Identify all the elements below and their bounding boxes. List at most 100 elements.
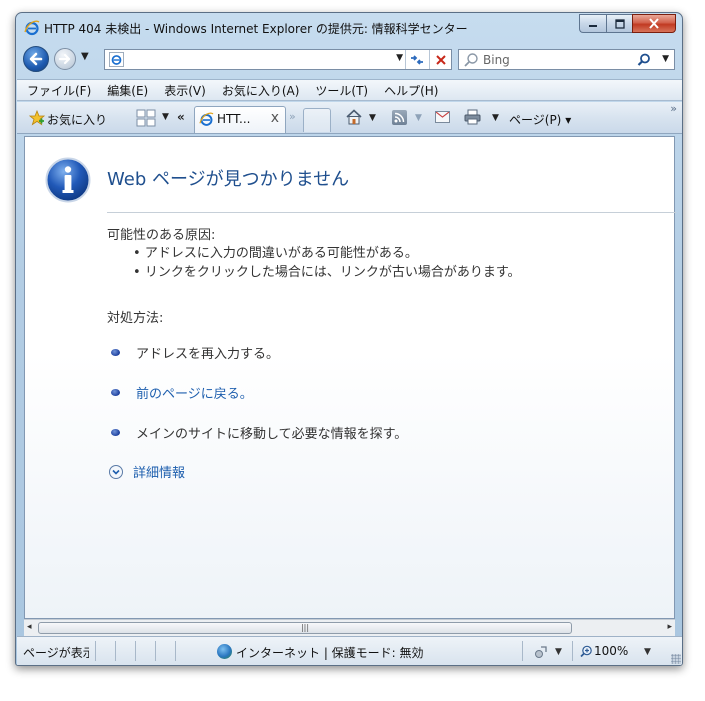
- cause-text: アドレスに入力の間違いがある可能性がある。: [144, 246, 418, 261]
- toolbar-overflow-icon[interactable]: »: [670, 102, 677, 115]
- chevron-down-icon: [109, 465, 123, 479]
- window-controls: [579, 14, 676, 33]
- tab-list-dropdown-icon[interactable]: ▼: [162, 112, 169, 122]
- refresh-button[interactable]: [405, 50, 427, 69]
- status-divider: [95, 641, 96, 661]
- tab-ie-icon: [199, 112, 214, 126]
- tab-active[interactable]: HTT... x: [194, 106, 286, 133]
- address-dropdown-icon[interactable]: ▼: [396, 53, 403, 63]
- refresh-icon: [410, 54, 423, 65]
- action-item-back: 前のページに戻る。: [107, 383, 253, 402]
- page-menu-label: ページ(P): [509, 113, 562, 127]
- cause-text: リンクをクリックした場合には、リンクが古い場合があります。: [144, 265, 521, 280]
- scroll-right-icon[interactable]: ▸: [667, 622, 672, 632]
- forward-arrow-icon: [58, 53, 71, 65]
- star-icon[interactable]: [29, 110, 45, 126]
- menu-tools[interactable]: ツール(T): [315, 82, 368, 99]
- action-item-retype: アドレスを再入力する。: [107, 343, 279, 362]
- page-menu-button[interactable]: ページ(P) ▾: [509, 111, 571, 128]
- status-divider: [175, 641, 176, 661]
- tab-scroll-right-icon[interactable]: »: [289, 110, 296, 123]
- security-zone[interactable]: インターネット | 保護モード: 無効: [236, 644, 424, 661]
- window-title: HTTP 404 未検出 - Windows Internet Explorer…: [44, 22, 468, 36]
- home-dropdown-icon[interactable]: ▼: [369, 113, 376, 123]
- history-dropdown-icon[interactable]: ▼: [81, 51, 89, 62]
- new-tab-button[interactable]: [303, 108, 331, 132]
- menu-view[interactable]: 表示(V): [164, 82, 206, 99]
- zoom-icon[interactable]: [580, 645, 593, 658]
- divider: [107, 212, 676, 213]
- info-icon: [45, 157, 91, 203]
- status-divider: [155, 641, 156, 661]
- action-text: アドレスを再入力する。: [136, 347, 280, 362]
- close-icon: [649, 18, 659, 29]
- go-back-link[interactable]: 前のページに戻る。: [136, 387, 253, 402]
- cause-item: • アドレスに入力の間違いがある可能性がある。: [133, 246, 418, 261]
- search-icon: [464, 53, 478, 67]
- bullet-icon: [111, 429, 120, 436]
- maximize-icon: [614, 18, 625, 29]
- printer-icon[interactable]: [464, 109, 481, 125]
- back-arrow-icon: [29, 52, 43, 66]
- resize-grip[interactable]: [671, 654, 681, 664]
- menu-favorites[interactable]: お気に入り(A): [222, 82, 300, 99]
- bullet-icon: [111, 349, 120, 356]
- tab-scroll-left-icon[interactable]: «: [177, 110, 185, 124]
- status-divider: [135, 641, 136, 661]
- back-button[interactable]: [23, 46, 49, 72]
- print-dropdown-icon[interactable]: ▼: [492, 113, 499, 123]
- search-go-icon[interactable]: [636, 52, 652, 68]
- minimize-button[interactable]: [579, 14, 606, 33]
- more-info-toggle[interactable]: 詳細情報: [109, 462, 185, 481]
- maximize-button[interactable]: [606, 14, 632, 33]
- forward-button[interactable]: [54, 48, 76, 70]
- search-input[interactable]: Bing: [483, 53, 510, 67]
- causes-heading: 可能性のある原因:: [107, 228, 216, 243]
- scroll-thumb[interactable]: |||: [38, 622, 572, 634]
- search-box[interactable]: Bing ▼: [458, 49, 675, 70]
- menu-help[interactable]: ヘルプ(H): [384, 82, 438, 99]
- status-divider: [115, 641, 116, 661]
- stop-button[interactable]: [429, 50, 451, 69]
- navigation-bar: ▼ ▼ Bing ▼: [16, 43, 682, 75]
- feed-waves-icon: [394, 112, 405, 123]
- action-text: メインのサイトに移動して必要な情報を探す。: [136, 427, 408, 442]
- page-ie-icon: [109, 52, 124, 67]
- more-info-label: 詳細情報: [133, 466, 186, 481]
- zoom-level[interactable]: 100%: [594, 644, 628, 658]
- favorites-button[interactable]: お気に入り: [47, 111, 107, 128]
- address-bar[interactable]: ▼: [104, 49, 452, 70]
- zoom-dropdown-icon[interactable]: ▼: [644, 647, 651, 657]
- mail-icon[interactable]: [435, 111, 450, 123]
- tab-label: HTT...: [217, 112, 251, 126]
- search-dropdown-icon[interactable]: ▼: [662, 54, 669, 64]
- cause-item: • リンクをクリックした場合には、リンクが古い場合があります。: [133, 265, 521, 280]
- feed-dropdown-icon[interactable]: ▼: [415, 113, 422, 123]
- causes-list: • アドレスに入力の間違いがある可能性がある。 • リンクをクリックした場合には…: [133, 244, 521, 282]
- status-bar: ページが表示されました インターネット | 保護モード: 無効 ▼ 100% ▼: [17, 636, 682, 665]
- menu-edit[interactable]: 編集(E): [107, 82, 148, 99]
- menu-file[interactable]: ファイル(F): [27, 82, 91, 99]
- horizontal-scrollbar[interactable]: ◂ ||| ▸: [24, 619, 675, 636]
- security-dropdown-icon[interactable]: ▼: [555, 647, 562, 657]
- quick-tabs-icon[interactable]: [136, 109, 156, 127]
- scroll-left-icon[interactable]: ◂: [27, 622, 32, 632]
- close-button[interactable]: [632, 14, 676, 33]
- status-text: ページが表示されました: [23, 646, 89, 660]
- home-icon[interactable]: [345, 108, 363, 126]
- stop-x-icon: [435, 54, 446, 65]
- status-divider: [572, 641, 573, 661]
- title-bar[interactable]: HTTP 404 未検出 - Windows Internet Explorer…: [16, 13, 682, 43]
- security-settings-icon[interactable]: [533, 644, 549, 660]
- status-divider: [522, 641, 523, 661]
- menu-bar: ファイル(F) 編集(E) 表示(V) お気に入り(A) ツール(T) ヘルプ(…: [17, 79, 682, 101]
- envelope-icon: [436, 112, 449, 118]
- command-bar: お気に入り ▼ « HTT... x » ▼ ▼ ▼ ページ(P) ▾ »: [17, 102, 682, 134]
- bullet-icon: [111, 389, 120, 396]
- actions-heading: 対処方法:: [107, 311, 164, 326]
- tab-close-icon[interactable]: x: [271, 110, 279, 126]
- page-content: Web ページが見つかりません 可能性のある原因: • アドレスに入力の間違いが…: [24, 136, 676, 619]
- feed-icon[interactable]: [392, 110, 407, 125]
- ie-window: HTTP 404 未検出 - Windows Internet Explorer…: [15, 12, 683, 666]
- ie-logo-icon: [24, 20, 40, 36]
